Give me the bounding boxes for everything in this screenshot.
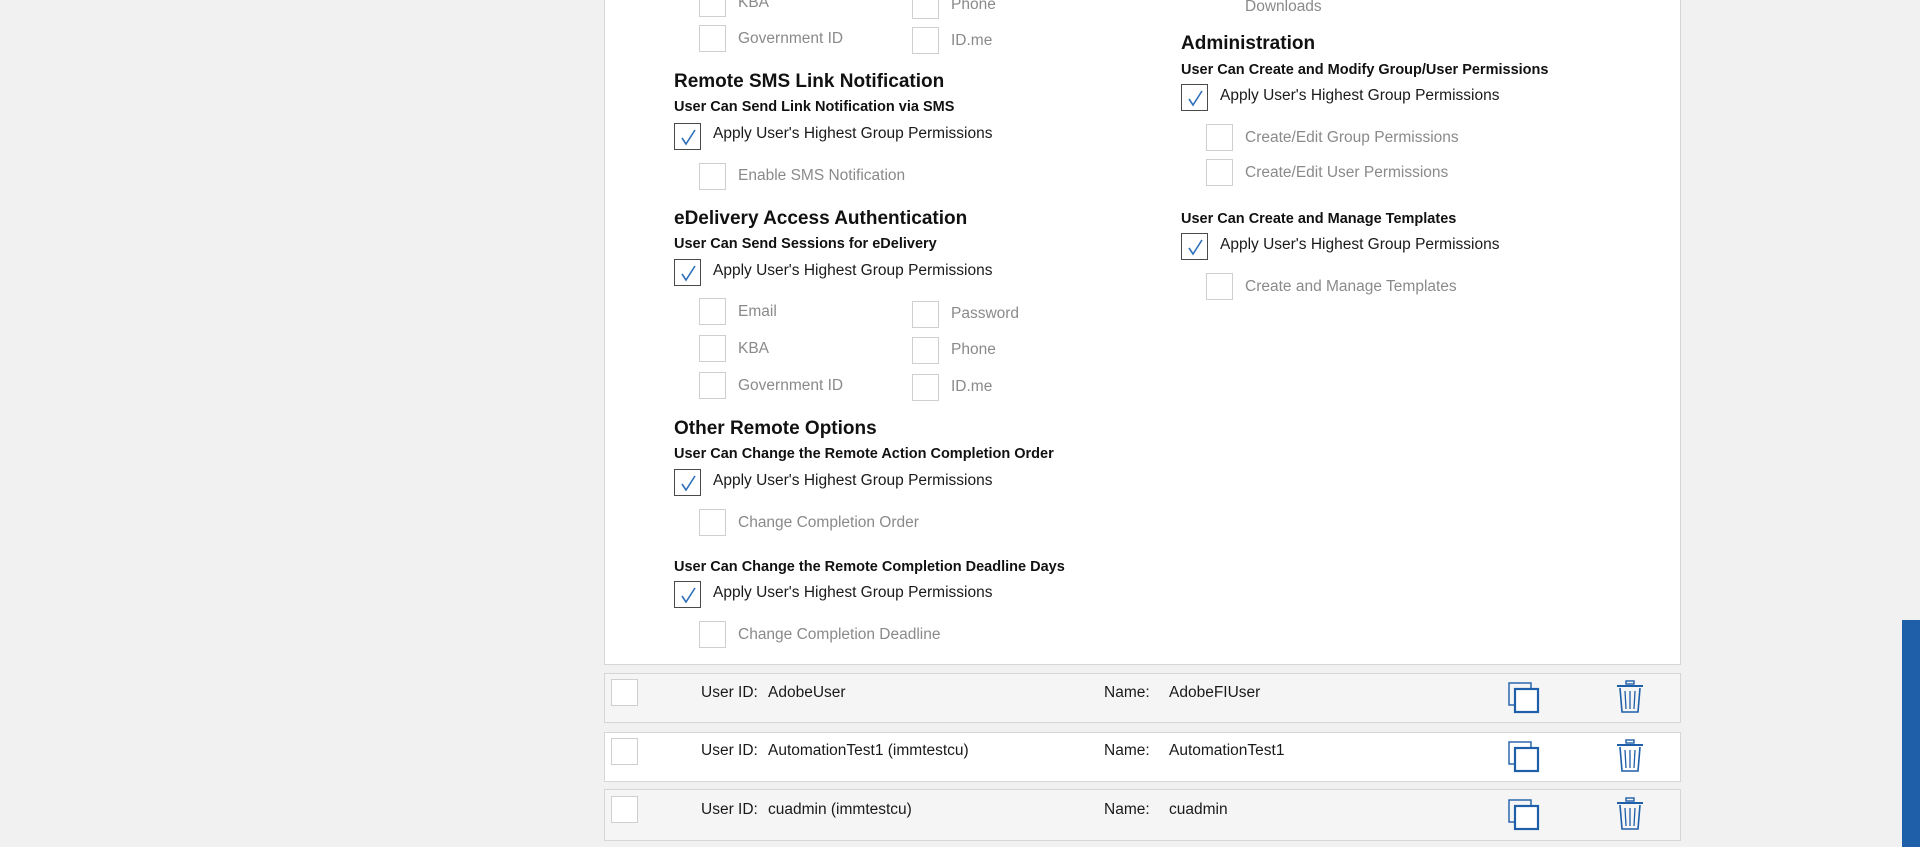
checkmark-icon <box>681 265 696 282</box>
section-title-sms: Remote SMS Link Notification <box>674 71 945 92</box>
section-subtitle: User Can Create and Manage Templates <box>1181 211 1457 227</box>
apply-label: Apply User's Highest Group Permissions <box>1220 87 1500 104</box>
userid-value: AutomationTest1 (immtestcu) <box>768 742 969 759</box>
option-label: Password <box>951 305 1020 322</box>
option-label: KBA <box>738 0 770 11</box>
name-value: cuadmin <box>1169 801 1228 818</box>
row-select-checkbox[interactable] <box>611 738 638 765</box>
name-label: Name: <box>1104 801 1150 818</box>
option-label: Government ID <box>738 377 844 394</box>
copy-icon[interactable] <box>1507 681 1541 715</box>
option-label: Create/Edit Group Permissions <box>1245 129 1459 146</box>
checkbox-phone-top[interactable] <box>912 0 939 19</box>
trash-icon[interactable] <box>1615 797 1645 831</box>
checkbox-kba-top[interactable] <box>699 0 726 17</box>
checkbox-edit-group[interactable] <box>1206 124 1233 151</box>
option-label: Email <box>738 303 777 320</box>
userid-label: User ID: <box>701 742 758 759</box>
section-subtitle: User Can Change the Remote Completion De… <box>674 559 1065 575</box>
userid-value: AdobeUser <box>768 684 846 701</box>
checkbox-apply-order[interactable] <box>674 469 701 496</box>
checkbox-idme[interactable] <box>912 374 939 401</box>
name-value: AdobeFIUser <box>1169 684 1261 701</box>
checkmark-icon <box>1188 239 1203 256</box>
row-select-checkbox[interactable] <box>611 796 638 823</box>
checkbox-apply-sms[interactable] <box>674 123 701 150</box>
checkbox-govid[interactable] <box>699 372 726 399</box>
option-label: ID.me <box>951 378 993 395</box>
checkbox-kba[interactable] <box>699 335 726 362</box>
apply-label: Apply User's Highest Group Permissions <box>713 262 993 279</box>
table-row[interactable]: User ID: AdobeUser Name: AdobeFIUser <box>604 673 1681 723</box>
copy-icon[interactable] <box>1507 740 1541 774</box>
apply-label: Apply User's Highest Group Permissions <box>713 125 993 142</box>
apply-label: Apply User's Highest Group Permissions <box>713 584 993 601</box>
section-title-edelivery: eDelivery Access Authentication <box>674 208 968 229</box>
checkbox-idme-top[interactable] <box>912 27 939 54</box>
section-subtitle: User Can Change the Remote Action Comple… <box>674 446 1054 462</box>
checkmark-icon <box>681 587 696 604</box>
checkbox-change-deadline[interactable] <box>699 621 726 648</box>
checkbox-enable-sms[interactable] <box>699 163 726 190</box>
option-label: Create/Edit User Permissions <box>1245 164 1449 181</box>
option-label: Government ID <box>738 30 844 47</box>
userid-label: User ID: <box>701 801 758 818</box>
name-label: Name: <box>1104 684 1150 701</box>
option-label: Change Completion Order <box>738 514 919 531</box>
name-value: AutomationTest1 <box>1169 742 1285 759</box>
checkbox-apply-edelivery[interactable] <box>674 259 701 286</box>
trash-icon[interactable] <box>1615 739 1645 773</box>
apply-label: Apply User's Highest Group Permissions <box>1220 236 1500 253</box>
option-label: Downloads <box>1245 0 1322 15</box>
checkbox-password[interactable] <box>912 301 939 328</box>
trash-icon[interactable] <box>1615 680 1645 714</box>
section-title-administration: Administration <box>1181 33 1316 54</box>
table-row[interactable]: User ID: cuadmin (immtestcu) Name: cuadm… <box>604 789 1681 841</box>
checkmark-icon <box>681 475 696 492</box>
section-subtitle: User Can Create and Modify Group/User Pe… <box>1181 62 1549 78</box>
option-label: Create and Manage Templates <box>1245 278 1457 295</box>
option-label: ID.me <box>951 32 993 49</box>
section-subtitle: User Can Send Sessions for eDelivery <box>674 236 937 252</box>
option-label: Enable SMS Notification <box>738 167 906 184</box>
section-subtitle: User Can Send Link Notification via SMS <box>674 99 955 115</box>
checkmark-icon <box>681 129 696 146</box>
apply-label: Apply User's Highest Group Permissions <box>713 472 993 489</box>
checkbox-change-order[interactable] <box>699 509 726 536</box>
checkbox-manage-templates[interactable] <box>1206 273 1233 300</box>
checkmark-icon <box>1188 90 1203 107</box>
table-row[interactable]: User ID: AutomationTest1 (immtestcu) Nam… <box>604 732 1681 782</box>
option-label: Change Completion Deadline <box>738 626 941 643</box>
userid-value: cuadmin (immtestcu) <box>768 801 912 818</box>
option-label: Phone <box>951 0 996 13</box>
checkbox-apply-templates[interactable] <box>1181 233 1208 260</box>
checkbox-edit-user[interactable] <box>1206 159 1233 186</box>
userid-label: User ID: <box>701 684 758 701</box>
checkbox-apply-deadline[interactable] <box>674 581 701 608</box>
checkbox-phone[interactable] <box>912 337 939 364</box>
option-label: KBA <box>738 340 770 357</box>
checkbox-govid-top[interactable] <box>699 25 726 52</box>
section-title-other: Other Remote Options <box>674 418 877 439</box>
scrollbar-thumb[interactable] <box>1902 620 1920 847</box>
checkbox-email[interactable] <box>699 298 726 325</box>
name-label: Name: <box>1104 742 1150 759</box>
option-label: Phone <box>951 341 996 358</box>
copy-icon[interactable] <box>1507 798 1541 832</box>
row-select-checkbox[interactable] <box>611 679 638 706</box>
checkbox-apply-admin[interactable] <box>1181 84 1208 111</box>
